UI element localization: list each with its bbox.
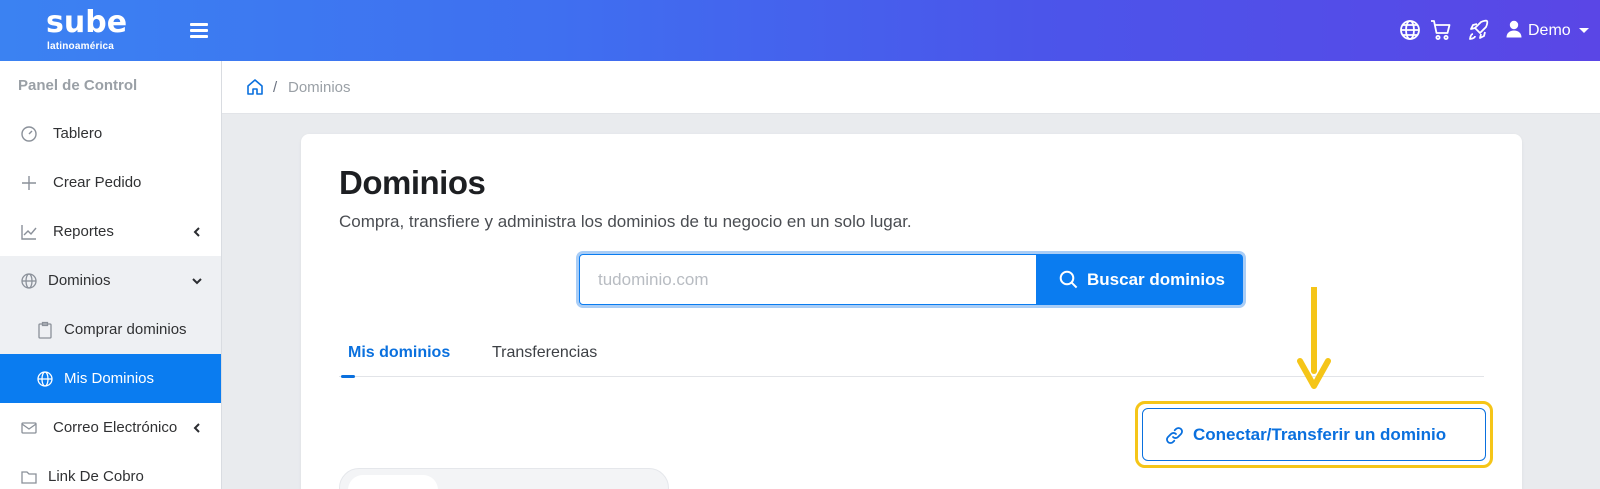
globe-icon [21, 273, 37, 289]
logo-main-text: sube [46, 5, 128, 40]
sidebar-item-crear-pedido[interactable]: Crear Pedido [0, 158, 221, 207]
mail-icon [21, 422, 37, 434]
filter-segmented-control[interactable] [339, 468, 669, 489]
sidebar: Panel de Control Tablero Crear Pedido Re… [0, 61, 222, 489]
chevron-left-icon [193, 227, 200, 237]
top-navbar: sube latinoamérica Demo [0, 0, 1600, 61]
tab-label: Mis dominios [348, 344, 451, 361]
sidebar-title: Panel de Control [18, 77, 138, 94]
highlight-arrow-icon [1297, 287, 1331, 389]
link-icon [1166, 427, 1183, 444]
page-title: Dominios [339, 164, 486, 201]
chevron-left-icon [193, 423, 200, 433]
plus-icon [22, 176, 36, 190]
connect-button-label: Conectar/Transferir un dominio [1193, 425, 1447, 444]
sidebar-item-label: Reportes [53, 223, 114, 240]
chart-icon [21, 225, 37, 240]
breadcrumb: / Dominios [222, 61, 1600, 114]
sidebar-item-label: Mis Dominios [64, 370, 155, 387]
menu-icon[interactable] [190, 22, 208, 38]
sidebar-item-label: Comprar dominios [64, 321, 187, 338]
rocket-icon[interactable] [1467, 18, 1491, 42]
search-domains-button[interactable]: Buscar dominios [1037, 254, 1243, 305]
sidebar-item-tablero[interactable]: Tablero [0, 109, 221, 158]
page-subtitle: Compra, transfiere y administra los domi… [339, 212, 912, 231]
sidebar-item-reportes[interactable]: Reportes [0, 207, 221, 256]
globe-icon[interactable] [1398, 18, 1422, 42]
sidebar-item-label: Crear Pedido [53, 174, 142, 191]
home-icon[interactable] [246, 78, 264, 96]
sidebar-item-label: Correo Electrónico [53, 419, 178, 436]
gauge-icon [21, 126, 37, 142]
search-icon [1059, 270, 1078, 289]
breadcrumb-separator: / [273, 79, 278, 96]
tab-label: Transferencias [492, 344, 598, 361]
user-icon [1506, 20, 1522, 38]
clipboard-icon [38, 321, 52, 339]
sidebar-item-mis-dominios[interactable]: Mis Dominios [0, 354, 221, 403]
user-name: Demo [1528, 22, 1571, 39]
domain-search-group: Buscar dominios [576, 251, 1246, 308]
sidebar-item-label: Link De Cobro [48, 468, 144, 485]
chevron-down-icon [192, 278, 202, 285]
domain-search-input[interactable] [579, 254, 1037, 305]
search-button-label: Buscar dominios [1087, 270, 1225, 289]
globe-icon [37, 371, 53, 387]
caret-down-icon [1579, 28, 1589, 33]
brand-logo[interactable]: sube latinoamérica [46, 5, 156, 54]
segment-active[interactable] [348, 475, 438, 489]
domains-card: Dominios Compra, transfiere y administra… [301, 134, 1522, 489]
folder-icon [21, 471, 37, 484]
logo-sub-text: latinoamérica [47, 41, 115, 52]
sidebar-item-comprar-dominios[interactable]: Comprar dominios [0, 305, 221, 354]
sidebar-item-label: Dominios [48, 272, 111, 289]
sidebar-item-correo-electronico[interactable]: Correo Electrónico [0, 403, 221, 452]
cart-icon[interactable] [1429, 18, 1453, 42]
sidebar-item-label: Tablero [53, 125, 103, 142]
connect-transfer-domain-button[interactable]: Conectar/Transferir un dominio [1142, 408, 1486, 461]
sidebar-item-dominios[interactable]: Dominios [0, 256, 221, 305]
sidebar-item-link-de-cobro[interactable]: Link De Cobro [0, 452, 221, 489]
breadcrumb-current: Dominios [288, 79, 351, 96]
